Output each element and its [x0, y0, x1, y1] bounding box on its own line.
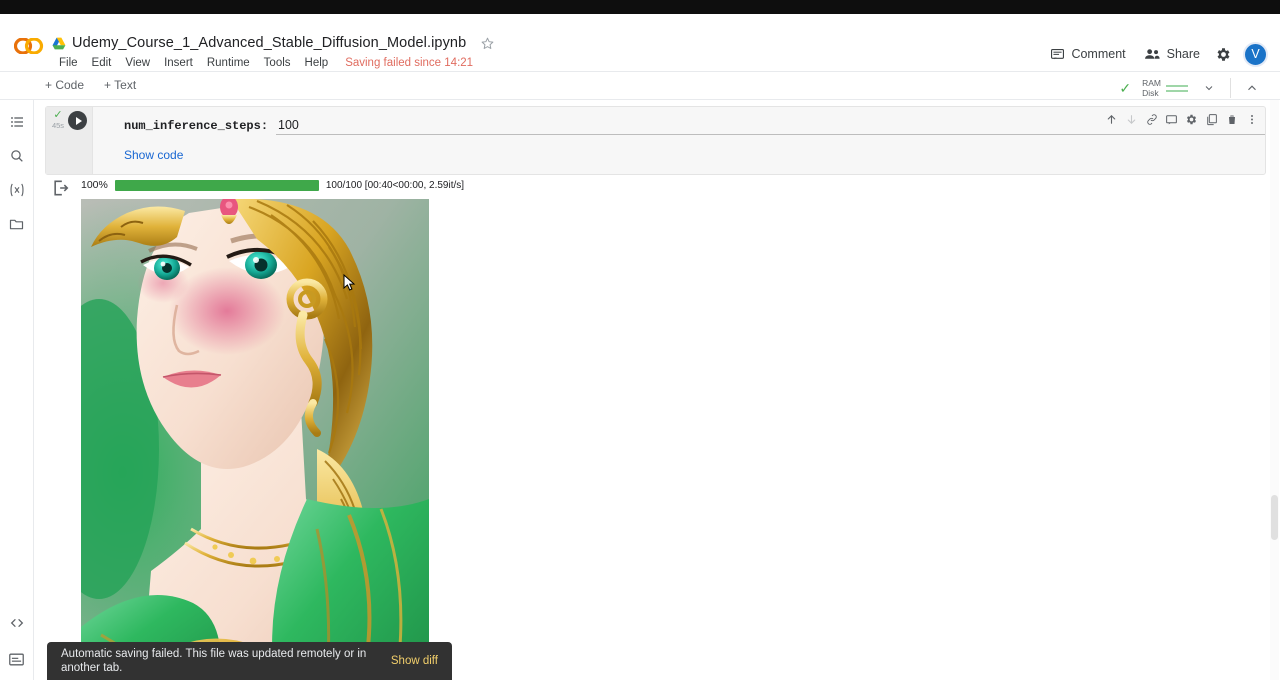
files-icon	[8, 216, 25, 232]
chevron-down-icon	[1203, 82, 1215, 94]
add-comment-icon[interactable]	[1162, 110, 1181, 129]
form-field-row: num_inference_steps:	[124, 118, 1265, 135]
menu-item-insert[interactable]: Insert	[157, 56, 200, 70]
link-to-cell-icon[interactable]	[1142, 110, 1161, 129]
cell-toolbar	[1102, 110, 1261, 129]
page-title[interactable]: Udemy_Course_1_Advanced_Stable_Diffusion…	[72, 35, 466, 51]
progress-detail-label: 100/100 [00:40<00:00, 2.59it/s]	[326, 180, 464, 191]
resource-sparklines	[1166, 85, 1188, 92]
code-cell[interactable]: ✓ 45s num_inference_steps: Show code	[45, 106, 1266, 175]
chevron-up-icon	[1245, 81, 1259, 95]
add-text-cell-button[interactable]: + Text	[99, 77, 141, 93]
sidebar-item-toc[interactable]	[4, 109, 30, 135]
progress-percent-label: 100%	[81, 179, 108, 191]
progress-bar	[115, 180, 319, 191]
header-actions: Comment Share V	[1041, 40, 1268, 68]
google-drive-icon	[52, 37, 66, 50]
add-code-cell-button[interactable]: + Code	[40, 77, 89, 93]
toolbar-divider	[1230, 78, 1231, 98]
delete-cell-icon[interactable]	[1222, 110, 1241, 129]
sidebar-item-terminal[interactable]	[4, 646, 30, 672]
toc-icon	[9, 114, 25, 130]
vertical-scrollbar[interactable]	[1270, 100, 1279, 680]
left-sidebar	[0, 100, 34, 680]
cell-output: 100% 100/100 [00:40<00:00, 2.59it/s]	[45, 178, 1280, 680]
star-icon[interactable]	[480, 36, 495, 51]
cell-form-content: num_inference_steps: Show code	[46, 107, 1265, 174]
runtime-status-area: ✓ RAM Disk	[1119, 74, 1266, 102]
connected-check-icon: ✓	[1119, 80, 1131, 97]
sidebar-item-code-snippets[interactable]	[4, 610, 30, 636]
colab-logo[interactable]	[14, 38, 44, 54]
generated-image-output[interactable]	[81, 199, 429, 680]
ram-disk-indicator[interactable]: RAM Disk	[1138, 76, 1192, 100]
notebook-toolbar: + Code + Text ✓ RAM Disk	[0, 72, 1280, 100]
avatar[interactable]: V	[1243, 42, 1268, 67]
share-button[interactable]: Share	[1135, 42, 1209, 67]
people-icon	[1144, 47, 1161, 62]
menu-item-view[interactable]: View	[118, 56, 157, 70]
scrollbar-thumb[interactable]	[1271, 495, 1278, 540]
run-cell-button[interactable]	[68, 111, 87, 130]
collapse-header-button[interactable]	[1238, 74, 1266, 102]
cell-settings-icon[interactable]	[1182, 110, 1201, 129]
comment-button[interactable]: Comment	[1041, 42, 1134, 67]
gear-icon	[1215, 46, 1232, 63]
portrait-illustration	[81, 199, 429, 680]
mouse-cursor	[343, 274, 356, 292]
move-cell-up-icon[interactable]	[1102, 110, 1121, 129]
settings-button[interactable]	[1209, 40, 1237, 68]
code-snippets-icon	[9, 615, 25, 631]
search-icon	[9, 148, 25, 164]
comment-icon	[1050, 47, 1065, 62]
runtime-dropdown-button[interactable]	[1195, 74, 1223, 102]
app-body: ✓ 45s num_inference_steps: Show code	[0, 100, 1280, 680]
sidebar-item-search[interactable]	[4, 143, 30, 169]
menu-item-help[interactable]: Help	[298, 56, 336, 70]
copy-cell-icon[interactable]	[1202, 110, 1221, 129]
menu-item-tools[interactable]: Tools	[257, 56, 298, 70]
show-diff-button[interactable]: Show diff	[391, 655, 438, 667]
toast-message: Automatic saving failed. This file was u…	[61, 647, 381, 675]
sidebar-item-variables[interactable]	[4, 177, 30, 203]
progress-bar-row: 100% 100/100 [00:40<00:00, 2.59it/s]	[81, 178, 1280, 192]
menu-item-file[interactable]: File	[52, 56, 85, 70]
save-status-text: Saving failed since 14:21	[345, 57, 473, 69]
menu-item-edit[interactable]: Edit	[85, 56, 119, 70]
execution-time-label: 45s	[48, 121, 68, 130]
variables-icon	[8, 182, 26, 198]
app-header: Udemy_Course_1_Advanced_Stable_Diffusion…	[0, 14, 1280, 72]
cell-add-controls: + Code + Text	[40, 77, 141, 93]
comment-label: Comment	[1071, 47, 1125, 61]
save-failed-toast: Automatic saving failed. This file was u…	[47, 642, 452, 680]
ram-label: RAM	[1142, 78, 1161, 88]
execution-success-icon: ✓	[48, 110, 68, 121]
notebook-scroll-area[interactable]: ✓ 45s num_inference_steps: Show code	[34, 100, 1280, 680]
share-label: Share	[1167, 47, 1200, 61]
terminal-icon	[8, 652, 25, 667]
show-code-link[interactable]: Show code	[124, 148, 183, 162]
document-title-row: Udemy_Course_1_Advanced_Stable_Diffusion…	[52, 35, 495, 51]
output-export-icon[interactable]	[51, 178, 71, 198]
disk-label: Disk	[1142, 88, 1161, 98]
move-cell-down-icon[interactable]	[1122, 110, 1141, 129]
menu-bar: File Edit View Insert Runtime Tools Help…	[52, 56, 473, 70]
execution-status: ✓ 45s	[48, 110, 68, 130]
num-inference-steps-label: num_inference_steps:	[124, 119, 268, 133]
sidebar-item-files[interactable]	[4, 211, 30, 237]
menu-item-runtime[interactable]: Runtime	[200, 56, 257, 70]
more-options-icon[interactable]	[1242, 110, 1261, 129]
os-top-bar	[0, 0, 1280, 14]
